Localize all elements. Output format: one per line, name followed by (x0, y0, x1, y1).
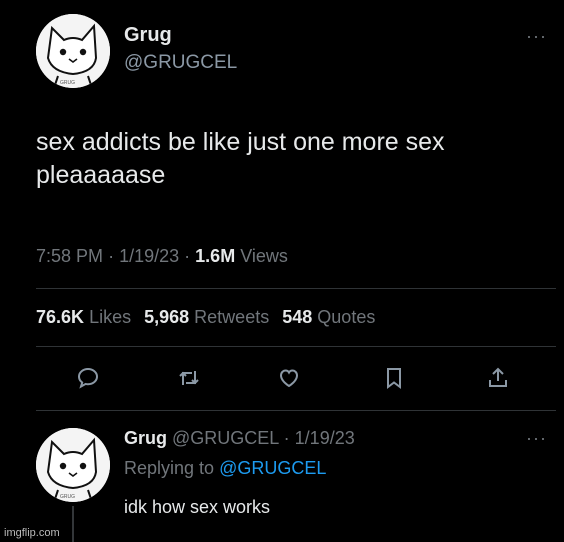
quotes-stat[interactable]: 548 Quotes (282, 307, 375, 327)
tweet-text-line-2: pleaaaaase (36, 161, 166, 189)
replying-to: Replying to @GRUGCEL (124, 458, 326, 479)
reply-header: Grug @GRUGCEL · 1/19/23 (124, 428, 355, 449)
tweet-text-line-1: sex addicts be like just one more sex (36, 128, 445, 156)
thread-line (72, 506, 74, 542)
mention-link[interactable]: @GRUGCEL (219, 458, 326, 478)
meta-separator: · (283, 428, 290, 448)
tweet-text: sex addicts be like just one more sex pl… (36, 126, 556, 192)
user-handle[interactable]: @GRUGCEL (124, 52, 237, 74)
cat-avatar-drawing: GRUG (36, 428, 110, 502)
divider (36, 346, 556, 347)
likes-stat[interactable]: 76.6K Likes (36, 307, 131, 327)
divider (36, 288, 556, 289)
tweet-stats: 76.6K Likes 5,968 Retweets 548 Quotes (36, 307, 375, 328)
more-options-icon[interactable]: ··· (526, 428, 547, 449)
tweet-date[interactable]: 1/19/23 (295, 428, 355, 448)
user-handle[interactable]: @GRUGCEL (172, 428, 279, 448)
tweet-meta: 7:58 PM · 1/19/23 · 1.6M Views (36, 246, 288, 267)
retweets-count: 5,968 (144, 307, 190, 327)
retweet-icon[interactable] (177, 366, 201, 390)
tweet-date[interactable]: 1/19/23 (119, 246, 179, 266)
reply-icon[interactable] (76, 366, 100, 390)
retweets-stat[interactable]: 5,968 Retweets (144, 307, 269, 327)
likes-label: Likes (89, 307, 132, 327)
meta-separator: · (108, 246, 115, 266)
views-label: Views (240, 246, 288, 266)
more-options-icon[interactable]: ··· (526, 26, 547, 47)
bookmark-icon[interactable] (382, 366, 406, 390)
views-count: 1.6M (195, 246, 236, 266)
share-icon[interactable] (486, 366, 510, 390)
meta-separator: · (184, 246, 191, 266)
avatar[interactable]: GRUG (36, 428, 110, 502)
like-icon[interactable] (277, 366, 301, 390)
avatar-signature: GRUG (60, 494, 75, 500)
quotes-count: 548 (282, 307, 313, 327)
reply-text: idk how sex works (124, 497, 271, 517)
likes-count: 76.6K (36, 307, 85, 327)
quotes-label: Quotes (317, 307, 376, 327)
avatar-signature: GRUG (60, 80, 75, 86)
avatar[interactable]: GRUG (36, 14, 110, 88)
retweets-label: Retweets (194, 307, 270, 327)
display-name[interactable]: Grug (124, 428, 167, 448)
cat-avatar-drawing: GRUG (36, 14, 110, 88)
display-name[interactable]: Grug (124, 24, 172, 47)
divider (36, 410, 556, 411)
replying-to-label: Replying to (124, 458, 215, 478)
watermark: imgflip.com (4, 527, 60, 539)
tweet-time[interactable]: 7:58 PM (36, 246, 103, 266)
